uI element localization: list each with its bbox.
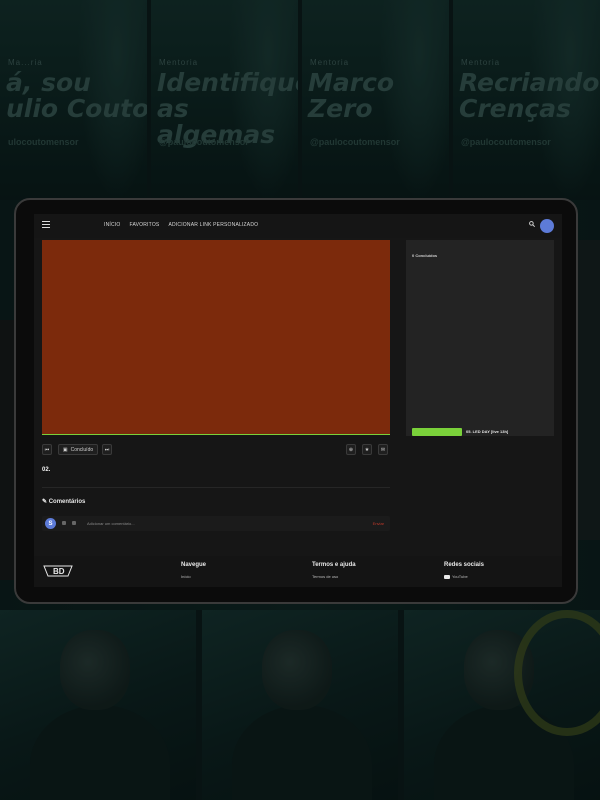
nav-link-add-custom[interactable]: ADICIONAR LINK PERSONALIZADO xyxy=(168,222,258,228)
send-button[interactable]: Enviar xyxy=(373,521,384,526)
lesson-item-title: 05. LED DAY [live 13h] xyxy=(466,429,509,434)
avatar: S xyxy=(45,518,56,529)
check-square-icon: ▣ xyxy=(62,446,68,453)
mark-complete-button[interactable]: ▣ Concluído xyxy=(58,444,98,455)
next-lesson-button[interactable]: ⏭ xyxy=(102,444,112,455)
previous-lesson-button[interactable]: ⏮ xyxy=(42,444,52,455)
svg-text:BD: BD xyxy=(53,567,65,576)
pin-button[interactable]: ⊕ xyxy=(346,444,356,455)
image-icon[interactable] xyxy=(62,521,66,525)
comment-composer: S Adicionar um comentário... Enviar xyxy=(42,516,390,531)
comment-input[interactable]: Adicionar um comentário... xyxy=(87,521,135,526)
lesson-list-item[interactable]: 05. LED DAY [live 13h] xyxy=(412,428,554,436)
search-icon[interactable] xyxy=(529,221,535,227)
emoji-icon[interactable] xyxy=(72,521,76,525)
lesson-sidebar: 0 Concluídos 05. LED DAY [live 13h] xyxy=(406,240,554,436)
footer: BD Navegue Início Termos e ajuda Termos … xyxy=(34,556,562,587)
skip-forward-icon: ⏭ xyxy=(104,446,110,453)
footer-column-redes: Redes sociais YouTube xyxy=(444,562,484,579)
nav-link-inicio[interactable]: INÍCIO xyxy=(104,222,120,228)
hamburger-icon[interactable] xyxy=(42,221,50,229)
brand-logo[interactable]: BD xyxy=(42,564,74,578)
footer-heading: Navegue xyxy=(181,562,207,568)
lesson-title: 02. xyxy=(42,467,51,473)
footer-heading: Termos e ajuda xyxy=(312,562,356,568)
app-screen: INÍCIO FAVORITOS ADICIONAR LINK PERSONAL… xyxy=(34,214,562,587)
comment-icon: ✎ xyxy=(42,499,48,505)
comment-icon: ✉ xyxy=(380,446,386,453)
footer-heading: Redes sociais xyxy=(444,562,485,568)
footer-link-inicio[interactable]: Início xyxy=(181,574,206,579)
tablet-frame: INÍCIO FAVORITOS ADICIONAR LINK PERSONAL… xyxy=(14,198,578,604)
video-player[interactable] xyxy=(42,240,390,435)
footer-link-termos[interactable]: Termos de uso xyxy=(312,574,356,579)
footer-column-termos: Termos e ajuda Termos de uso xyxy=(312,562,356,579)
divider xyxy=(42,487,390,488)
comment-button[interactable]: ✉ xyxy=(378,444,388,455)
nav-links: INÍCIO FAVORITOS ADICIONAR LINK PERSONAL… xyxy=(104,222,258,228)
skip-back-icon: ⏮ xyxy=(44,446,50,453)
comments-heading: ✎ Comentários xyxy=(42,499,86,505)
youtube-icon xyxy=(444,574,450,579)
favorite-button[interactable]: ★ xyxy=(362,444,372,455)
lesson-thumbnail xyxy=(412,428,462,436)
completed-count: 0 Concluídos xyxy=(412,253,438,258)
top-navbar: INÍCIO FAVORITOS ADICIONAR LINK PERSONAL… xyxy=(34,214,562,238)
lesson-toolbar: ⏮ ▣ Concluído ⏭ ⊕ ★ ✉ xyxy=(42,444,390,456)
user-avatar[interactable] xyxy=(540,219,554,233)
mark-complete-label: Concluído xyxy=(70,446,94,453)
pin-icon: ⊕ xyxy=(348,446,354,453)
nav-link-favoritos[interactable]: FAVORITOS xyxy=(129,222,159,228)
footer-link-youtube[interactable]: YouTube xyxy=(444,574,484,579)
star-icon: ★ xyxy=(364,446,370,453)
footer-column-navegue: Navegue Início xyxy=(181,562,206,579)
